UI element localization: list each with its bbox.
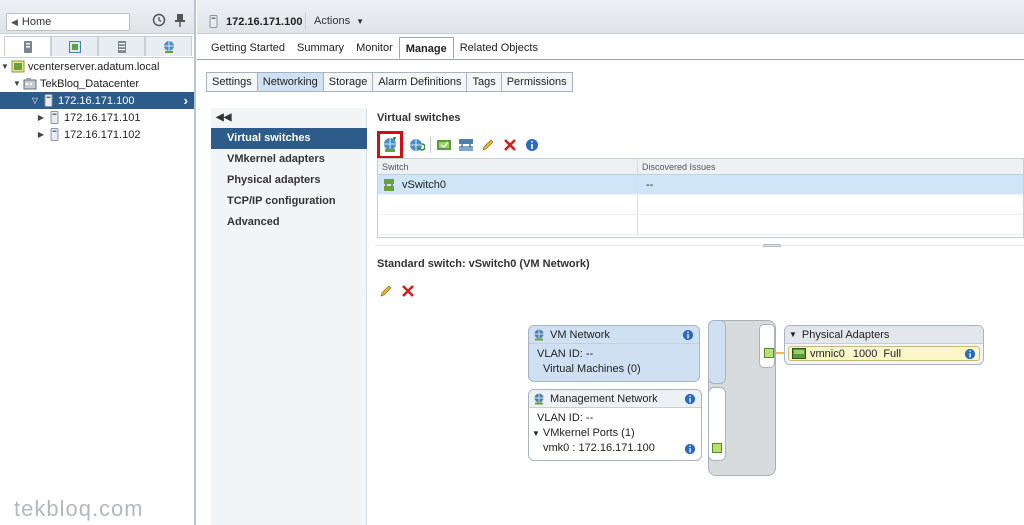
physical-adapters-header[interactable]: ▼ Physical Adapters <box>785 326 983 344</box>
vmkernel-ports-label: VMkernel Ports (1) <box>542 427 635 439</box>
tree-label: 172.16.171.100 <box>58 94 135 107</box>
host-icon <box>50 111 59 124</box>
adapter-speed: 1000 <box>852 347 878 360</box>
tab-storage[interactable] <box>98 36 145 56</box>
info-icon[interactable] <box>964 348 976 360</box>
tree-item-host-100[interactable]: ▽ 172.16.171.100 › <box>0 92 194 109</box>
vlan-id: VLAN ID: -- <box>537 348 594 360</box>
chevron-right-icon: › <box>183 93 188 108</box>
vm-tree-icon <box>68 40 81 53</box>
tab-vms-templates[interactable] <box>51 36 98 56</box>
main-panel: 172.16.171.100 Actions ▼ Getting Started… <box>197 0 1024 525</box>
network-icon <box>534 329 544 340</box>
navigator-header: ◀ Home <box>0 0 194 34</box>
vm-network-portgroup[interactable]: VM Network VLAN ID: -- Virtual Machines … <box>528 325 700 382</box>
storage-tree-icon <box>117 40 126 53</box>
tree-label: 172.16.171.102 <box>64 128 141 141</box>
portgroup-name: VM Network <box>550 328 610 341</box>
network-icon <box>534 393 544 404</box>
tree-label: TekBloq_Datacenter <box>40 77 140 90</box>
expand-right-icon[interactable]: ▶ <box>36 113 46 122</box>
home-button[interactable]: ◀ Home <box>6 13 130 31</box>
portgroup-header: VM Network <box>529 326 699 344</box>
host-tree-icon <box>23 40 32 53</box>
portgroup-header: Management Network <box>529 390 701 408</box>
navigator-tabs <box>4 36 192 56</box>
expand-down-icon[interactable]: ▽ <box>30 96 40 105</box>
port-node-icon <box>764 348 774 358</box>
tree-label: 172.16.171.101 <box>64 111 141 124</box>
expand-down-icon: ▼ <box>532 429 540 438</box>
tree-item-host-101[interactable]: ▶ 172.16.171.101 <box>0 109 194 126</box>
port-node-icon <box>712 443 722 453</box>
history-icon[interactable] <box>152 13 166 27</box>
info-icon[interactable] <box>684 443 696 455</box>
tab-hosts-clusters[interactable] <box>4 36 51 56</box>
watermark: tekbloq.com <box>14 496 144 521</box>
port-group-connector <box>708 320 726 384</box>
physical-adapters-title: Physical Adapters <box>801 328 890 341</box>
uplink-connector <box>759 324 775 368</box>
navigator-panel: ◀ Home ▼ vcenterserver.adatum.local ▼ Te… <box>0 0 196 525</box>
portgroup-name: Management Network <box>550 392 658 405</box>
tree-label: vcenterserver.adatum.local <box>28 60 160 73</box>
adapter-duplex: Full <box>883 347 902 360</box>
virtual-machines-count[interactable]: Virtual Machines (0) <box>529 362 699 377</box>
expand-down-icon[interactable]: ▼ <box>0 62 10 71</box>
expand-down-icon: ▼ <box>789 330 797 339</box>
home-label: Home <box>21 16 52 28</box>
nic-icon <box>792 348 806 359</box>
vcenter-icon <box>11 60 25 73</box>
vmk-row[interactable]: vmk0 : 172.16.171.100 <box>529 441 701 456</box>
pin-icon[interactable] <box>174 13 186 27</box>
info-icon[interactable] <box>682 329 694 341</box>
vmkernel-ports-toggle[interactable]: ▼ VMkernel Ports (1) <box>529 426 701 441</box>
datacenter-icon <box>23 78 37 90</box>
expand-down-icon[interactable]: ▼ <box>12 79 22 88</box>
vlan-id: VLAN ID: -- <box>537 412 594 424</box>
management-network-portgroup[interactable]: Management Network VLAN ID: -- ▼ VMkernel… <box>528 389 702 461</box>
expand-right-icon[interactable]: ▶ <box>36 130 46 139</box>
info-icon[interactable] <box>684 393 696 405</box>
adapter-name: vmnic0 <box>810 347 845 360</box>
vmk-label: vmk0 : 172.16.171.100 <box>543 442 655 454</box>
physical-adapters-group[interactable]: ▼ Physical Adapters vmnic0 1000 Full <box>784 325 984 365</box>
physical-adapter-row[interactable]: vmnic0 1000 Full <box>788 346 980 361</box>
inventory-tree: ▼ vcenterserver.adatum.local ▼ TekBloq_D… <box>0 57 194 143</box>
tree-item-vcenter[interactable]: ▼ vcenterserver.adatum.local <box>0 58 194 75</box>
host-icon <box>50 128 59 141</box>
tree-item-datacenter[interactable]: ▼ TekBloq_Datacenter <box>0 75 194 92</box>
host-icon <box>44 94 53 107</box>
tab-networking[interactable] <box>145 36 192 56</box>
network-tree-icon <box>163 40 174 53</box>
chevron-left-icon: ◀ <box>11 16 18 27</box>
tree-item-host-102[interactable]: ▶ 172.16.171.102 <box>0 126 194 143</box>
